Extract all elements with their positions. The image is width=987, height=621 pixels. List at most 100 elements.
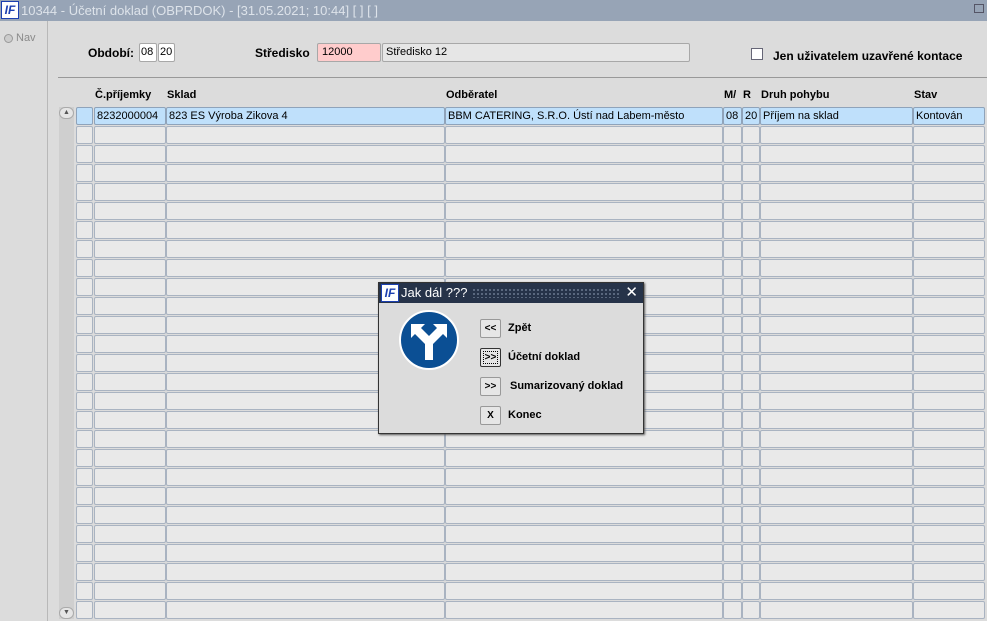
cell-mesic[interactable] xyxy=(723,126,742,144)
row-selector[interactable] xyxy=(76,449,93,467)
cell-druh[interactable] xyxy=(760,278,913,296)
cell-odberatel[interactable] xyxy=(445,259,723,277)
cell-prijemka[interactable] xyxy=(94,563,166,581)
cell-sklad[interactable] xyxy=(166,126,445,144)
cell-odberatel[interactable] xyxy=(445,601,723,619)
cell-druh[interactable] xyxy=(760,392,913,410)
cell-sklad[interactable] xyxy=(166,259,445,277)
cell-mesic[interactable] xyxy=(723,278,742,296)
cell-mesic[interactable] xyxy=(723,601,742,619)
row-selector[interactable] xyxy=(76,354,93,372)
cell-prijemka[interactable] xyxy=(94,240,166,258)
cell-prijemka[interactable] xyxy=(94,525,166,543)
row-selector[interactable] xyxy=(76,145,93,163)
cell-rok[interactable] xyxy=(742,221,760,239)
cell-prijemka[interactable] xyxy=(94,259,166,277)
cell-sklad[interactable] xyxy=(166,183,445,201)
cell-druh[interactable] xyxy=(760,259,913,277)
cell-rok[interactable] xyxy=(742,145,760,163)
row-selector[interactable] xyxy=(76,240,93,258)
cell-rok[interactable] xyxy=(742,354,760,372)
cell-stav[interactable] xyxy=(913,563,985,581)
cell-stav[interactable] xyxy=(913,582,985,600)
cell-rok[interactable] xyxy=(742,411,760,429)
cell-prijemka[interactable] xyxy=(94,297,166,315)
cell-druh[interactable] xyxy=(760,525,913,543)
cell-rok[interactable] xyxy=(742,316,760,334)
cell-prijemka[interactable] xyxy=(94,164,166,182)
cell-mesic[interactable] xyxy=(723,202,742,220)
cell-stav[interactable] xyxy=(913,430,985,448)
cell-odberatel[interactable] xyxy=(445,506,723,524)
cell-prijemka[interactable] xyxy=(94,449,166,467)
row-selector[interactable] xyxy=(76,487,93,505)
cell-stav[interactable] xyxy=(913,411,985,429)
row-selector[interactable] xyxy=(76,563,93,581)
cell-rok[interactable] xyxy=(742,335,760,353)
cell-odberatel[interactable] xyxy=(445,202,723,220)
cell-rok[interactable] xyxy=(742,563,760,581)
cell-sklad[interactable] xyxy=(166,544,445,562)
row-selector[interactable] xyxy=(76,544,93,562)
cell-mesic[interactable] xyxy=(723,240,742,258)
cell-sklad[interactable] xyxy=(166,145,445,163)
cell-rok[interactable] xyxy=(742,126,760,144)
cell-mesic[interactable] xyxy=(723,392,742,410)
row-selector[interactable] xyxy=(76,202,93,220)
scroll-up-button[interactable]: ▲ xyxy=(59,107,74,119)
cell-rok[interactable] xyxy=(742,259,760,277)
cell-mesic[interactable] xyxy=(723,354,742,372)
cell-stav[interactable] xyxy=(913,354,985,372)
cell-sklad[interactable] xyxy=(166,449,445,467)
cell-sklad[interactable] xyxy=(166,240,445,258)
row-selector[interactable] xyxy=(76,221,93,239)
cell-stav[interactable] xyxy=(913,145,985,163)
cell-prijemka[interactable] xyxy=(94,221,166,239)
row-selector[interactable] xyxy=(76,506,93,524)
row-selector[interactable] xyxy=(76,107,93,125)
cell-prijemka[interactable] xyxy=(94,544,166,562)
cell-druh[interactable] xyxy=(760,221,913,239)
cell-prijemka[interactable] xyxy=(94,126,166,144)
user-closed-checkbox[interactable] xyxy=(751,48,763,60)
cell-stav[interactable] xyxy=(913,487,985,505)
table-scrollbar[interactable]: ▲ ▼ xyxy=(59,107,74,619)
cell-stav[interactable] xyxy=(913,240,985,258)
cell-mesic[interactable] xyxy=(723,582,742,600)
stredisko-code-input[interactable]: 12000 xyxy=(317,43,381,62)
cell-stav[interactable] xyxy=(913,373,985,391)
nav-radio[interactable] xyxy=(4,34,13,43)
row-selector[interactable] xyxy=(76,411,93,429)
scroll-down-button[interactable]: ▼ xyxy=(59,607,74,619)
cell-mesic[interactable] xyxy=(723,335,742,353)
cell-sklad[interactable] xyxy=(166,487,445,505)
cell-stav[interactable] xyxy=(913,278,985,296)
cell-stav[interactable] xyxy=(913,221,985,239)
cell-sklad[interactable] xyxy=(166,506,445,524)
cell-rok[interactable] xyxy=(742,164,760,182)
row-selector[interactable] xyxy=(76,468,93,486)
cell-sklad[interactable] xyxy=(166,221,445,239)
row-selector[interactable] xyxy=(76,183,93,201)
cell-stav[interactable] xyxy=(913,164,985,182)
cell-odberatel[interactable] xyxy=(445,221,723,239)
cell-mesic[interactable] xyxy=(723,373,742,391)
cell-druh[interactable] xyxy=(760,487,913,505)
cell-prijemka[interactable] xyxy=(94,601,166,619)
cell-mesic[interactable] xyxy=(723,430,742,448)
cell-druh[interactable] xyxy=(760,373,913,391)
cell-stav[interactable] xyxy=(913,183,985,201)
cell-mesic[interactable] xyxy=(723,145,742,163)
cell-sklad[interactable] xyxy=(166,525,445,543)
cell-rok[interactable] xyxy=(742,430,760,448)
cell-odberatel[interactable] xyxy=(445,126,723,144)
cell-rok[interactable] xyxy=(742,297,760,315)
cell-mesic[interactable] xyxy=(723,411,742,429)
cell-mesic[interactable] xyxy=(723,259,742,277)
row-selector[interactable] xyxy=(76,297,93,315)
cell-sklad[interactable] xyxy=(166,582,445,600)
cell-rok[interactable] xyxy=(742,183,760,201)
cell-prijemka[interactable] xyxy=(94,411,166,429)
row-selector[interactable] xyxy=(76,601,93,619)
cell-mesic[interactable] xyxy=(723,506,742,524)
